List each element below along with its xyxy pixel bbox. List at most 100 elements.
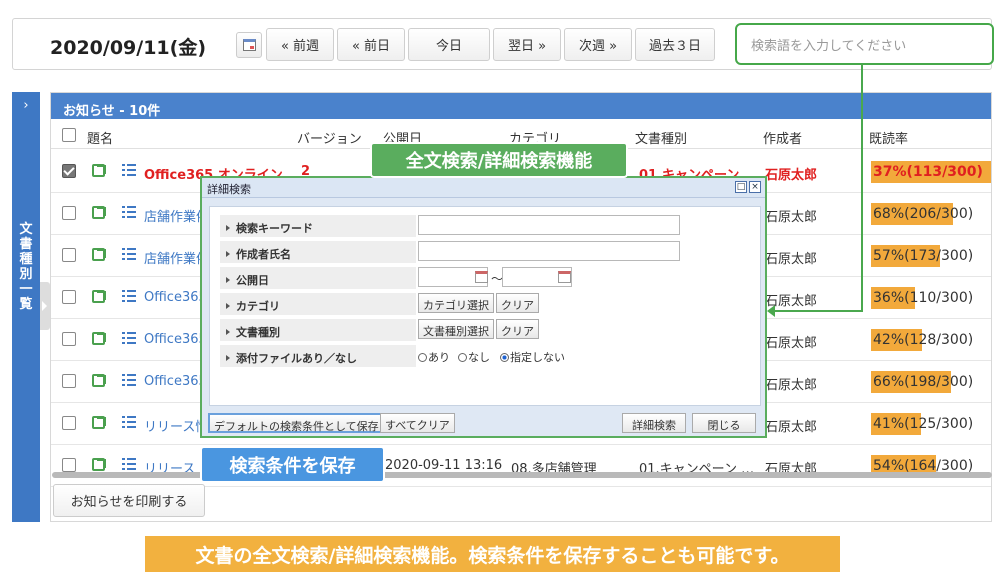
feature-banner: 文書の全文検索/詳細検索機能。検索条件を保存することも可能です。 bbox=[145, 536, 840, 572]
row-checkbox[interactable] bbox=[62, 290, 76, 304]
past-3-days-button[interactable]: 過去３日 bbox=[635, 28, 715, 61]
connector-line bbox=[774, 310, 863, 312]
advanced-search-dialog: 詳細検索 □ × 検索キーワード 作成者氏名 公開日 ～ カテゴリ カテゴリ選択 … bbox=[200, 176, 767, 438]
radio-label: なし bbox=[468, 351, 490, 364]
prev-day-button[interactable]: « 前日 bbox=[337, 28, 405, 61]
open-external-icon[interactable] bbox=[92, 290, 106, 303]
open-external-icon[interactable] bbox=[92, 374, 106, 387]
read-rate-text: 57%(173/300) bbox=[873, 248, 974, 264]
radio-label: あり bbox=[428, 351, 450, 364]
doctype-sidebar[interactable]: › 文書種別一覧 bbox=[12, 92, 40, 522]
open-external-icon[interactable] bbox=[92, 164, 106, 177]
row-title-link[interactable]: Office365 bbox=[144, 290, 207, 305]
list-icon[interactable] bbox=[122, 248, 136, 260]
sidebar-toggle-handle[interactable] bbox=[40, 282, 50, 330]
read-rate-bar: 37%(113/300) bbox=[871, 161, 991, 183]
read-rate-text: 68%(206/300) bbox=[873, 206, 974, 222]
doctype-select-button[interactable]: 文書種別選択 bbox=[418, 319, 494, 339]
radio-selected-icon bbox=[500, 353, 509, 362]
open-external-icon[interactable] bbox=[92, 332, 106, 345]
row-checkbox[interactable] bbox=[62, 248, 76, 262]
radio-attachment-any[interactable]: 指定しない bbox=[500, 349, 565, 365]
author-input[interactable] bbox=[418, 241, 680, 261]
category-label: カテゴリ bbox=[220, 293, 416, 315]
row-checkbox[interactable] bbox=[62, 458, 76, 472]
read-rate-text: 66%(198/300) bbox=[873, 374, 974, 390]
radio-attachment-yes[interactable]: あり bbox=[418, 349, 450, 365]
category-select-button[interactable]: カテゴリ選択 bbox=[418, 293, 494, 313]
panel-title: お知らせ - 10件 bbox=[51, 93, 991, 119]
row-checkbox[interactable] bbox=[62, 206, 76, 220]
calendar-icon bbox=[242, 39, 256, 51]
chevron-right-icon[interactable]: › bbox=[12, 98, 40, 113]
read-rate-text: 36%(110/300) bbox=[873, 290, 974, 306]
column-author[interactable]: 作成者 bbox=[763, 128, 802, 147]
row-title-link[interactable]: リリース情 bbox=[144, 416, 208, 435]
arrow-left-icon bbox=[767, 305, 775, 317]
read-rate-bar: 41%(125/300) bbox=[871, 413, 991, 435]
close-icon[interactable]: × bbox=[749, 181, 761, 193]
search-input[interactable]: 検索語を入力してください bbox=[735, 23, 994, 65]
maximize-icon[interactable]: □ bbox=[735, 181, 747, 193]
close-dialog-button[interactable]: 閉じる bbox=[692, 413, 756, 433]
row-checkbox[interactable] bbox=[62, 374, 76, 388]
calendar-button[interactable] bbox=[236, 32, 262, 58]
dialog-titlebar[interactable]: 詳細検索 □ × bbox=[202, 178, 765, 198]
attachment-label: 添付ファイルあり／なし bbox=[220, 345, 416, 367]
open-external-icon[interactable] bbox=[92, 458, 106, 471]
dialog-form: 検索キーワード 作成者氏名 公開日 ～ カテゴリ カテゴリ選択 クリア 文書種別… bbox=[209, 206, 761, 406]
horizontal-scrollbar[interactable] bbox=[52, 472, 992, 478]
list-icon[interactable] bbox=[122, 164, 136, 176]
column-title[interactable]: 題名 bbox=[87, 128, 113, 147]
dialog-title: 詳細検索 bbox=[207, 183, 251, 196]
open-external-icon[interactable] bbox=[92, 416, 106, 429]
column-read-rate[interactable]: 既読率 bbox=[869, 128, 908, 147]
row-checkbox[interactable] bbox=[62, 332, 76, 346]
select-all-checkbox[interactable] bbox=[62, 128, 76, 142]
table-row[interactable]: リリース 2020-09-11 13:16 08.多店舗管理 01.キャンペーン … 石… bbox=[51, 445, 991, 487]
row-title-link[interactable]: Office365 bbox=[144, 374, 207, 389]
print-notices-button[interactable]: お知らせを印刷する bbox=[53, 484, 205, 517]
screen: 2020/09/11(金) « 前週 « 前日 今日 翌日 » 次週 » 過去３… bbox=[0, 0, 1000, 583]
open-external-icon[interactable] bbox=[92, 206, 106, 219]
radio-icon bbox=[418, 353, 427, 362]
read-rate-bar: 42%(128/300) bbox=[871, 329, 991, 351]
radio-attachment-no[interactable]: なし bbox=[458, 349, 490, 365]
today-button[interactable]: 今日 bbox=[408, 28, 490, 61]
save-conditions-callout: 検索条件を保存 bbox=[200, 446, 385, 483]
doctype-clear-button[interactable]: クリア bbox=[496, 319, 539, 339]
list-icon[interactable] bbox=[122, 332, 136, 344]
clear-all-button[interactable]: すべてクリア bbox=[380, 413, 455, 433]
row-author: 石原太郎 bbox=[765, 252, 818, 267]
category-clear-button[interactable]: クリア bbox=[496, 293, 539, 313]
column-doctype[interactable]: 文書種別 bbox=[635, 128, 687, 147]
row-author: 石原太郎 bbox=[765, 336, 818, 351]
published-label: 公開日 bbox=[220, 267, 416, 289]
next-day-button[interactable]: 翌日 » bbox=[493, 28, 561, 61]
read-rate-text: 37%(113/300) bbox=[873, 164, 983, 180]
read-rate-bar: 36%(110/300) bbox=[871, 287, 991, 309]
list-icon[interactable] bbox=[122, 458, 136, 470]
calendar-icon[interactable] bbox=[475, 271, 488, 283]
next-week-button[interactable]: 次週 » bbox=[564, 28, 632, 61]
row-title-link[interactable]: Office365 bbox=[144, 332, 207, 347]
radio-label: 指定しない bbox=[510, 351, 565, 364]
column-version[interactable]: バージョン bbox=[297, 128, 362, 147]
list-icon[interactable] bbox=[122, 374, 136, 386]
keyword-input[interactable] bbox=[418, 215, 680, 235]
save-default-conditions-button[interactable]: デフォルトの検索条件として保存 bbox=[208, 413, 385, 433]
list-icon[interactable] bbox=[122, 206, 136, 218]
row-author: 石原太郎 bbox=[765, 420, 818, 435]
row-checkbox[interactable] bbox=[62, 416, 76, 430]
open-external-icon[interactable] bbox=[92, 248, 106, 261]
list-icon[interactable] bbox=[122, 290, 136, 302]
radio-icon bbox=[458, 353, 467, 362]
read-rate-bar: 66%(198/300) bbox=[871, 371, 991, 393]
advanced-search-button[interactable]: 詳細検索 bbox=[622, 413, 686, 433]
row-checkbox[interactable] bbox=[62, 164, 76, 178]
doctype-label: 文書種別 bbox=[220, 319, 416, 341]
calendar-icon[interactable] bbox=[558, 271, 571, 283]
read-rate-bar: 57%(173/300) bbox=[871, 245, 991, 267]
prev-week-button[interactable]: « 前週 bbox=[266, 28, 334, 61]
list-icon[interactable] bbox=[122, 416, 136, 428]
